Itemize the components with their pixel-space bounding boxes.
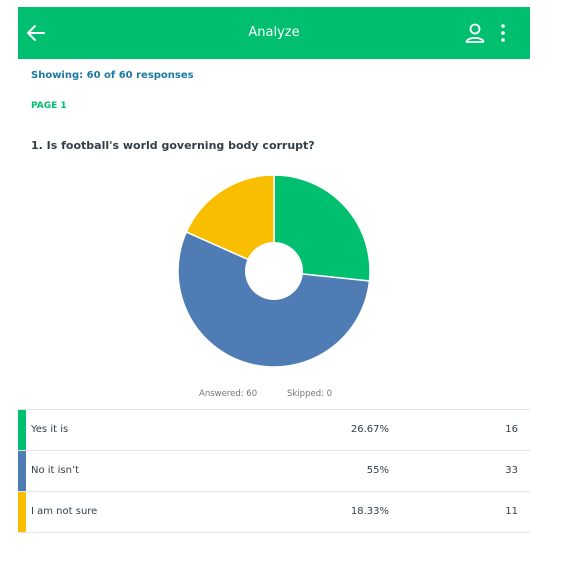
answer-label: No it isn’t (31, 465, 80, 476)
answered-count: Answered: 60 (199, 389, 258, 399)
page-label: PAGE 1 (31, 101, 67, 111)
donut-chart (177, 174, 371, 368)
page-title: Analyze (248, 25, 300, 40)
skipped-count: Skipped: 0 (287, 389, 333, 399)
table-row: Yes it is 26.67% 16 (18, 409, 530, 451)
more-vertical-icon[interactable] (496, 21, 510, 45)
donut-hole (245, 242, 303, 300)
answer-percent: 18.33% (350, 506, 389, 517)
answer-label: Yes it is (31, 424, 69, 435)
answer-percent: 26.67% (350, 424, 389, 435)
color-swatch (18, 410, 26, 450)
question-title: 1. Is football's world governing body co… (31, 139, 315, 152)
user-icon[interactable] (463, 21, 487, 45)
table-row: I am not sure 18.33% 11 (18, 492, 530, 533)
answer-count: 11 (505, 506, 518, 517)
arrow-left-icon[interactable] (22, 19, 50, 47)
answer-count: 16 (505, 424, 518, 435)
table-row: No it isn’t 55% 33 (18, 451, 530, 492)
answer-label: I am not sure (31, 506, 98, 517)
results-table: Yes it is 26.67% 16 No it isn’t 55% 33 I… (18, 409, 530, 533)
app-header: Analyze (18, 7, 530, 59)
response-count: Showing: 60 of 60 responses (31, 70, 194, 81)
answer-percent: 55% (366, 465, 389, 476)
answer-count: 33 (505, 465, 518, 476)
color-swatch (18, 492, 26, 532)
color-swatch (18, 451, 26, 491)
